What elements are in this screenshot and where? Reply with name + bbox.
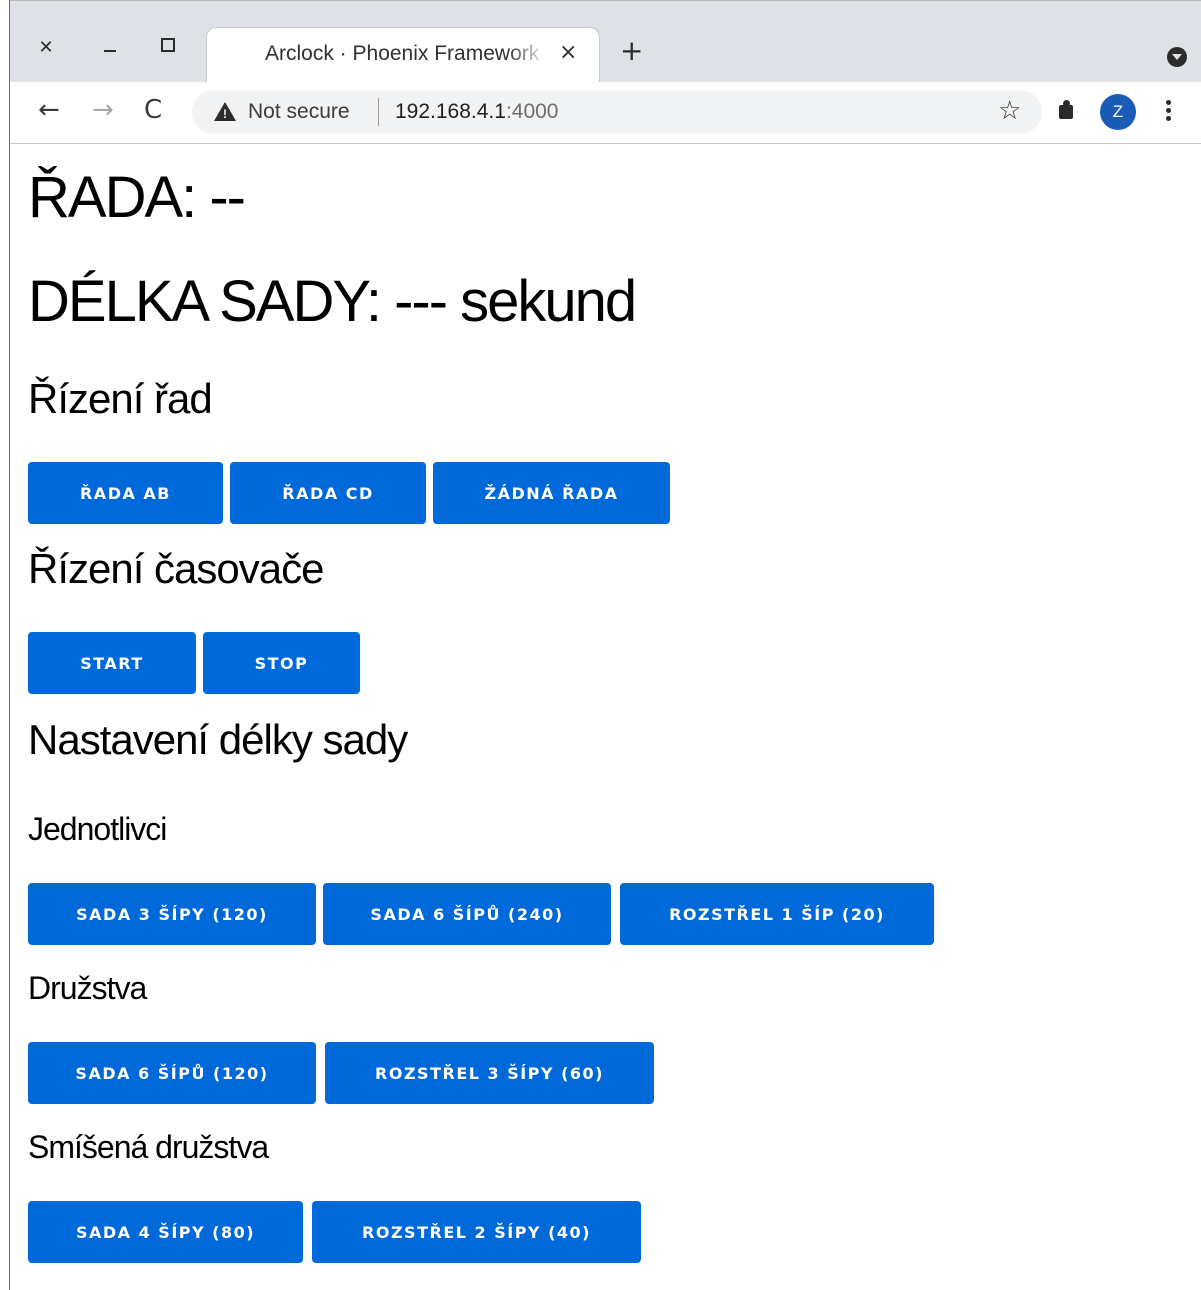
- url-port: :4000: [505, 100, 559, 123]
- tab-close-icon[interactable]: ×: [559, 40, 577, 65]
- browser-titlebar: ✕ Arclock · Phoenix Framework × +: [10, 0, 1201, 83]
- security-label[interactable]: Not secure: [248, 100, 350, 124]
- rizeni-casovace-heading: Řízení časovače: [28, 545, 324, 592]
- druzstva-rozstrel-button[interactable]: ROZSTŘEL 3 ŠÍPY (60): [325, 1042, 654, 1104]
- rada-status: ŘADA: --: [28, 165, 246, 230]
- smisena-sada-4-button[interactable]: SADA 4 ŠÍPY (80): [28, 1201, 303, 1263]
- window-minimize-icon[interactable]: [96, 37, 124, 65]
- extensions-puzzle-icon[interactable]: [1056, 100, 1076, 120]
- browser-tab-active[interactable]: Arclock · Phoenix Framework ×: [206, 27, 600, 83]
- tab-title-fade: [507, 38, 547, 68]
- tab-search-icon[interactable]: [1167, 47, 1187, 67]
- rizeni-rad-heading: Řízení řad: [28, 375, 213, 422]
- smisena-druzstva-heading: Smíšená družstva: [28, 1129, 269, 1165]
- url-text[interactable]: 192.168.4.1:4000: [395, 100, 559, 124]
- window-close-icon[interactable]: ✕: [32, 33, 60, 61]
- start-button[interactable]: START: [28, 632, 196, 694]
- warning-icon[interactable]: [214, 102, 236, 121]
- nastaveni-delky-heading: Nastavení délky sady: [28, 716, 408, 763]
- url-divider: [378, 98, 379, 126]
- browser-toolbar: ← → C Not secure 192.168.4.1:4000 ☆ Z: [10, 82, 1201, 144]
- new-tab-icon[interactable]: +: [620, 37, 643, 65]
- druzstva-sada-6-button[interactable]: SADA 6 ŠÍPŮ (120): [28, 1042, 316, 1104]
- druzstva-heading: Družstva: [28, 970, 147, 1006]
- jednotlivci-rozstrel-button[interactable]: ROZSTŘEL 1 ŠÍP (20): [620, 883, 934, 945]
- address-bar[interactable]: Not secure 192.168.4.1:4000 ☆: [192, 90, 1042, 134]
- delka-sady-status: DÉLKA SADY: --- sekund: [28, 269, 637, 334]
- back-arrow-icon[interactable]: ←: [38, 96, 60, 124]
- rada-ab-button[interactable]: ŘADA AB: [28, 462, 223, 524]
- window-maximize-icon[interactable]: [154, 31, 182, 59]
- jednotlivci-sada-6-button[interactable]: SADA 6 ŠÍPŮ (240): [323, 883, 611, 945]
- stop-button[interactable]: STOP: [203, 632, 360, 694]
- smisena-rozstrel-button[interactable]: ROZSTŘEL 2 ŠÍPY (40): [312, 1201, 641, 1263]
- jednotlivci-heading: Jednotlivci: [28, 811, 167, 847]
- jednotlivci-sada-3-button[interactable]: SADA 3 ŠÍPY (120): [28, 883, 316, 945]
- browser-menu-icon[interactable]: [1166, 100, 1172, 126]
- profile-avatar[interactable]: Z: [1100, 94, 1136, 130]
- tab-title: Arclock · Phoenix Framework: [265, 42, 540, 65]
- zadna-rada-button[interactable]: ŽÁDNÁ ŘADA: [433, 462, 670, 524]
- bookmark-star-icon[interactable]: ☆: [998, 96, 1021, 126]
- forward-arrow-icon[interactable]: →: [92, 96, 114, 124]
- window-frame-left: [9, 0, 10, 1290]
- rada-cd-button[interactable]: ŘADA CD: [230, 462, 426, 524]
- reload-icon[interactable]: C: [144, 96, 162, 124]
- url-host: 192.168.4.1: [395, 100, 506, 123]
